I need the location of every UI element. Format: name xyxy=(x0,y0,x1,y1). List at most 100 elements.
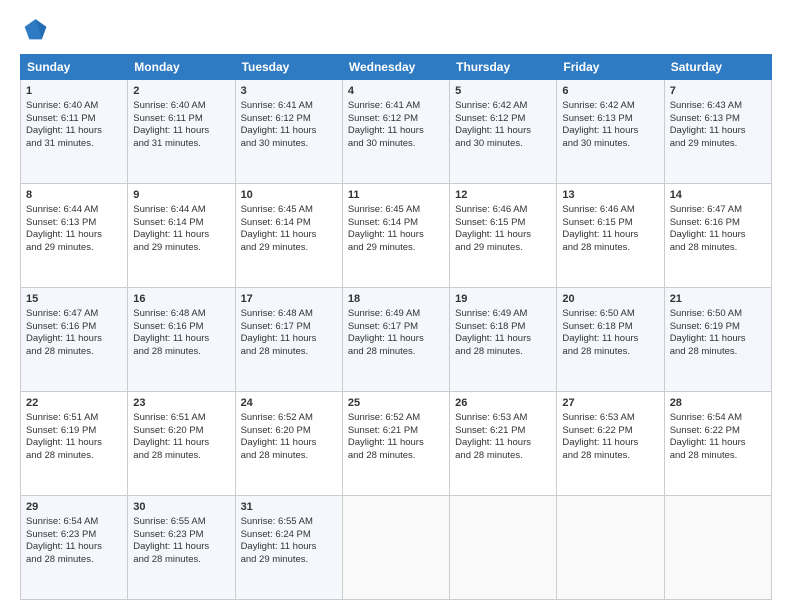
week-row-5: 29Sunrise: 6:54 AMSunset: 6:23 PMDayligh… xyxy=(21,496,772,600)
day-cell: 23Sunrise: 6:51 AMSunset: 6:20 PMDayligh… xyxy=(128,392,235,496)
day-info-line: Sunrise: 6:42 AM xyxy=(562,100,634,111)
day-info-line: Sunset: 6:15 PM xyxy=(455,217,525,228)
day-info-line: and 29 minutes. xyxy=(133,242,201,253)
day-info-line: Sunrise: 6:52 AM xyxy=(348,412,420,423)
day-of-week-saturday: Saturday xyxy=(664,55,771,80)
day-info-line: Daylight: 11 hours xyxy=(241,125,317,136)
day-info-line: Daylight: 11 hours xyxy=(241,229,317,240)
day-info-line: Daylight: 11 hours xyxy=(241,541,317,552)
day-number: 11 xyxy=(348,188,444,203)
day-number: 5 xyxy=(455,84,551,99)
day-info-line: Daylight: 11 hours xyxy=(455,229,531,240)
day-info-line: Daylight: 11 hours xyxy=(562,437,638,448)
day-info-line: and 28 minutes. xyxy=(670,450,738,461)
day-info-line: Daylight: 11 hours xyxy=(670,229,746,240)
day-info-line: Sunset: 6:12 PM xyxy=(348,113,418,124)
day-number: 9 xyxy=(133,188,229,203)
day-info-line: and 30 minutes. xyxy=(455,138,523,149)
page: SundayMondayTuesdayWednesdayThursdayFrid… xyxy=(0,0,792,612)
day-number: 13 xyxy=(562,188,658,203)
day-info-line: and 28 minutes. xyxy=(133,346,201,357)
day-info-line: Sunrise: 6:49 AM xyxy=(455,308,527,319)
day-cell: 24Sunrise: 6:52 AMSunset: 6:20 PMDayligh… xyxy=(235,392,342,496)
day-info-line: Sunrise: 6:53 AM xyxy=(455,412,527,423)
day-cell: 29Sunrise: 6:54 AMSunset: 6:23 PMDayligh… xyxy=(21,496,128,600)
generalblue-logo-icon xyxy=(20,16,48,44)
day-info-line: Sunrise: 6:46 AM xyxy=(562,204,634,215)
day-info-line: and 28 minutes. xyxy=(455,346,523,357)
day-cell: 21Sunrise: 6:50 AMSunset: 6:19 PMDayligh… xyxy=(664,288,771,392)
day-info-line: Daylight: 11 hours xyxy=(26,437,102,448)
day-info-line: and 28 minutes. xyxy=(562,346,630,357)
day-cell: 13Sunrise: 6:46 AMSunset: 6:15 PMDayligh… xyxy=(557,184,664,288)
day-cell: 22Sunrise: 6:51 AMSunset: 6:19 PMDayligh… xyxy=(21,392,128,496)
day-cell: 2Sunrise: 6:40 AMSunset: 6:11 PMDaylight… xyxy=(128,80,235,184)
week-row-1: 1Sunrise: 6:40 AMSunset: 6:11 PMDaylight… xyxy=(21,80,772,184)
day-info-line: and 29 minutes. xyxy=(670,138,738,149)
day-cell: 14Sunrise: 6:47 AMSunset: 6:16 PMDayligh… xyxy=(664,184,771,288)
day-cell: 4Sunrise: 6:41 AMSunset: 6:12 PMDaylight… xyxy=(342,80,449,184)
day-info-line: Daylight: 11 hours xyxy=(241,333,317,344)
day-info-line: and 28 minutes. xyxy=(133,554,201,565)
day-info-line: Sunrise: 6:47 AM xyxy=(670,204,742,215)
day-info-line: Sunset: 6:19 PM xyxy=(670,321,740,332)
day-info-line: Daylight: 11 hours xyxy=(348,437,424,448)
day-info-line: and 28 minutes. xyxy=(455,450,523,461)
day-info-line: Sunset: 6:22 PM xyxy=(670,425,740,436)
day-info-line: Daylight: 11 hours xyxy=(455,333,531,344)
day-info-line: Daylight: 11 hours xyxy=(133,541,209,552)
day-number: 1 xyxy=(26,84,122,99)
day-of-week-tuesday: Tuesday xyxy=(235,55,342,80)
day-info-line: and 29 minutes. xyxy=(241,554,309,565)
day-of-week-friday: Friday xyxy=(557,55,664,80)
day-info-line: Sunrise: 6:49 AM xyxy=(348,308,420,319)
day-info-line: Daylight: 11 hours xyxy=(26,333,102,344)
day-info-line: Sunrise: 6:48 AM xyxy=(133,308,205,319)
calendar-body: 1Sunrise: 6:40 AMSunset: 6:11 PMDaylight… xyxy=(21,80,772,600)
day-number: 16 xyxy=(133,292,229,307)
day-cell: 26Sunrise: 6:53 AMSunset: 6:21 PMDayligh… xyxy=(450,392,557,496)
day-cell: 7Sunrise: 6:43 AMSunset: 6:13 PMDaylight… xyxy=(664,80,771,184)
day-cell: 17Sunrise: 6:48 AMSunset: 6:17 PMDayligh… xyxy=(235,288,342,392)
day-info-line: and 28 minutes. xyxy=(26,450,94,461)
calendar-table: SundayMondayTuesdayWednesdayThursdayFrid… xyxy=(20,54,772,600)
day-info-line: and 28 minutes. xyxy=(562,450,630,461)
header xyxy=(20,16,772,44)
day-info-line: Sunrise: 6:50 AM xyxy=(562,308,634,319)
day-number: 21 xyxy=(670,292,766,307)
day-info-line: Daylight: 11 hours xyxy=(26,125,102,136)
logo xyxy=(20,16,52,44)
day-info-line: and 28 minutes. xyxy=(26,346,94,357)
day-info-line: and 28 minutes. xyxy=(670,346,738,357)
day-cell: 1Sunrise: 6:40 AMSunset: 6:11 PMDaylight… xyxy=(21,80,128,184)
day-number: 7 xyxy=(670,84,766,99)
day-info-line: Sunrise: 6:54 AM xyxy=(670,412,742,423)
day-cell xyxy=(664,496,771,600)
day-number: 22 xyxy=(26,396,122,411)
week-row-4: 22Sunrise: 6:51 AMSunset: 6:19 PMDayligh… xyxy=(21,392,772,496)
day-info-line: Daylight: 11 hours xyxy=(562,333,638,344)
day-cell: 5Sunrise: 6:42 AMSunset: 6:12 PMDaylight… xyxy=(450,80,557,184)
day-cell: 6Sunrise: 6:42 AMSunset: 6:13 PMDaylight… xyxy=(557,80,664,184)
day-number: 24 xyxy=(241,396,337,411)
day-info-line: Sunrise: 6:51 AM xyxy=(133,412,205,423)
day-info-line: and 29 minutes. xyxy=(241,242,309,253)
day-info-line: and 28 minutes. xyxy=(241,450,309,461)
day-of-week-sunday: Sunday xyxy=(21,55,128,80)
day-cell xyxy=(342,496,449,600)
day-info-line: Sunset: 6:23 PM xyxy=(133,529,203,540)
day-info-line: Sunset: 6:18 PM xyxy=(562,321,632,332)
day-number: 17 xyxy=(241,292,337,307)
day-info-line: Sunrise: 6:44 AM xyxy=(26,204,98,215)
day-info-line: Sunrise: 6:47 AM xyxy=(26,308,98,319)
day-info-line: and 28 minutes. xyxy=(241,346,309,357)
day-info-line: Sunrise: 6:43 AM xyxy=(670,100,742,111)
day-info-line: Daylight: 11 hours xyxy=(670,437,746,448)
day-cell xyxy=(450,496,557,600)
day-info-line: Sunset: 6:20 PM xyxy=(133,425,203,436)
day-info-line: Sunrise: 6:55 AM xyxy=(241,516,313,527)
day-number: 30 xyxy=(133,500,229,515)
day-cell: 25Sunrise: 6:52 AMSunset: 6:21 PMDayligh… xyxy=(342,392,449,496)
day-of-week-thursday: Thursday xyxy=(450,55,557,80)
day-info-line: Sunrise: 6:54 AM xyxy=(26,516,98,527)
